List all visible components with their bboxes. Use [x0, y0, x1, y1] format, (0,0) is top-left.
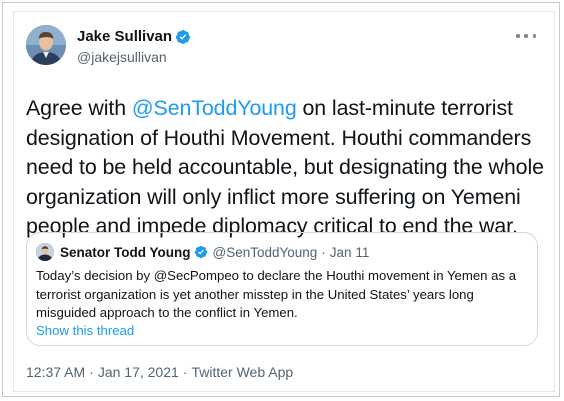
- tweet-metadata: 12:37 AM · Jan 17, 2021 · Twitter Web App: [26, 363, 293, 381]
- quoted-tweet-header: Senator Todd Young @SenToddYoung · Jan 1…: [36, 242, 369, 262]
- quoted-tweet-text: Today’s decision by @SecPompeo to declar…: [36, 268, 517, 320]
- tweet-header: Jake Sullivan @jakejsullivan: [26, 25, 542, 69]
- author-name-row: Jake Sullivan: [77, 27, 191, 46]
- quoted-author-avatar: [36, 243, 54, 261]
- quoted-author-handle[interactable]: @SenToddYoung: [213, 245, 318, 260]
- quoted-author-avatar-image: [36, 243, 54, 261]
- metadata-separator: ·: [182, 364, 188, 380]
- tweet-time[interactable]: 12:37 AM: [26, 364, 85, 380]
- quoted-author-name[interactable]: Senator Todd Young: [60, 245, 191, 260]
- tweet-date[interactable]: Jan 17, 2021: [98, 364, 179, 380]
- quoted-tweet[interactable]: Senator Todd Young @SenToddYoung · Jan 1…: [26, 232, 538, 346]
- quoted-date[interactable]: Jan 11: [330, 245, 370, 260]
- more-dot: [524, 34, 528, 38]
- tweet-text: Agree with @SenToddYoung on last-minute …: [26, 94, 546, 242]
- more-options-icon[interactable]: [516, 31, 536, 41]
- author-handle[interactable]: @jakejsullivan: [77, 48, 191, 66]
- verified-badge-icon: [194, 245, 207, 259]
- tweet-text-intro: Agree with: [26, 96, 132, 120]
- quoted-separator: ·: [321, 244, 326, 260]
- more-dot: [532, 34, 536, 38]
- tweet-card[interactable]: Jake Sullivan @jakejsullivan Agree with …: [13, 11, 555, 392]
- tweet-source[interactable]: Twitter Web App: [191, 364, 293, 380]
- author-avatar[interactable]: [26, 25, 66, 65]
- metadata-separator: ·: [89, 364, 94, 380]
- show-thread-link[interactable]: Show this thread: [36, 322, 134, 340]
- mention-link[interactable]: @SenToddYoung: [132, 96, 297, 120]
- author-block: Jake Sullivan @jakejsullivan: [77, 27, 191, 66]
- author-avatar-image: [26, 25, 66, 65]
- screenshot-frame: Jake Sullivan @jakejsullivan Agree with …: [2, 2, 560, 397]
- author-name[interactable]: Jake Sullivan: [77, 27, 172, 46]
- verified-badge-icon: [176, 29, 191, 44]
- more-dot: [516, 34, 520, 38]
